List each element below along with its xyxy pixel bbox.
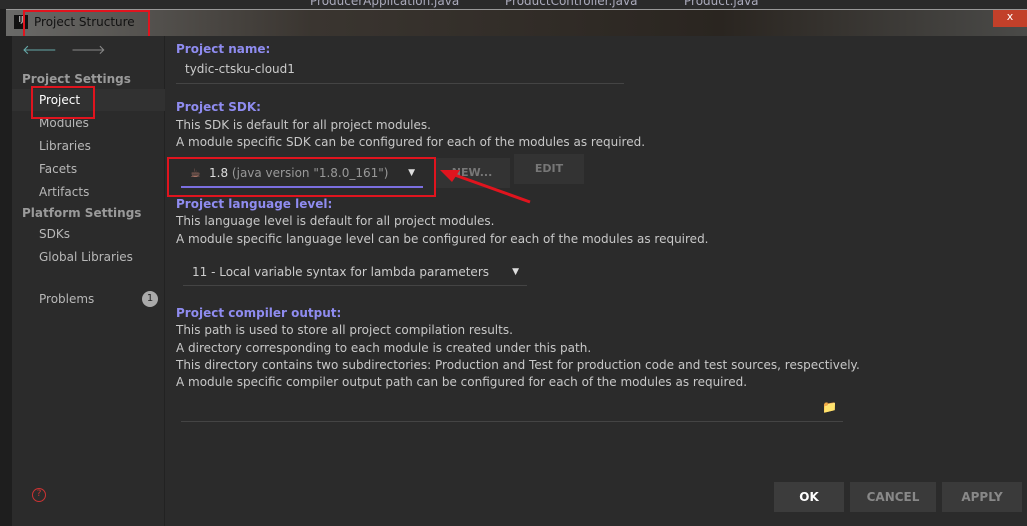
language-level-value: 11 - Local variable syntax for lambda pa… [192,265,489,279]
annotation-box [167,157,436,197]
sidebar-item-libraries[interactable]: Libraries [12,135,165,157]
sidebar-item-artifacts[interactable]: Artifacts [12,181,165,203]
section-platform-settings: Platform Settings [22,206,142,220]
language-description: A module specific language level can be … [176,232,709,246]
sidebar-item-problems[interactable]: Problems 1 [12,288,165,310]
annotation-box [31,86,95,119]
editor-tabs: ProducerApplication.java ProductControll… [0,0,1027,9]
project-name-label: Project name: [176,42,271,56]
output-description: A directory corresponding to each module… [176,341,592,355]
annotation-arrow [440,170,531,204]
output-description: A module specific compiler output path c… [176,375,748,389]
problems-count-badge: 1 [142,291,158,307]
sdk-description: A module specific SDK can be configured … [176,135,646,149]
ok-button[interactable]: OK [774,482,844,512]
editor-tab[interactable]: ProducerApplication.java [310,0,459,8]
title-bar: IJ Project Structure x [6,9,1027,36]
sdk-description: This SDK is default for all project modu… [176,118,431,132]
section-project-settings: Project Settings [22,72,131,86]
help-icon[interactable]: ? [32,488,46,502]
compiler-output-input[interactable] [181,396,843,422]
language-level-dropdown[interactable]: 11 - Local variable syntax for lambda pa… [183,260,527,286]
editor-tab[interactable]: ProductController.java [505,0,637,8]
compiler-output-label: Project compiler output: [176,306,342,320]
chevron-down-icon: ▼ [512,267,519,277]
language-description: This language level is default for all p… [176,214,495,228]
editor-tab[interactable]: Product.java [684,0,759,8]
problems-label: Problems [39,292,95,306]
folder-icon[interactable]: 📁 [822,400,837,414]
sidebar-item-sdks[interactable]: SDKs [12,223,165,245]
language-level-label: Project language level: [176,197,333,211]
cancel-button[interactable]: CANCEL [850,482,936,512]
back-arrow-icon[interactable]: 🡐 [22,43,57,58]
output-description: This directory contains two subdirectori… [176,358,860,372]
project-name-input[interactable]: tydic-ctsku-cloud1 [176,62,624,84]
apply-button[interactable]: APPLY [942,482,1022,512]
sidebar-item-global-libraries[interactable]: Global Libraries [12,246,165,268]
project-sdk-label: Project SDK: [176,100,261,114]
close-button[interactable]: x [993,10,1027,27]
output-description: This path is used to store all project c… [176,323,513,337]
project-structure-dialog: 🡐 🡒 Project Settings Project Modules Libr… [12,36,1027,526]
sidebar-item-facets[interactable]: Facets [12,158,165,180]
forward-arrow-icon[interactable]: 🡒 [71,43,106,58]
